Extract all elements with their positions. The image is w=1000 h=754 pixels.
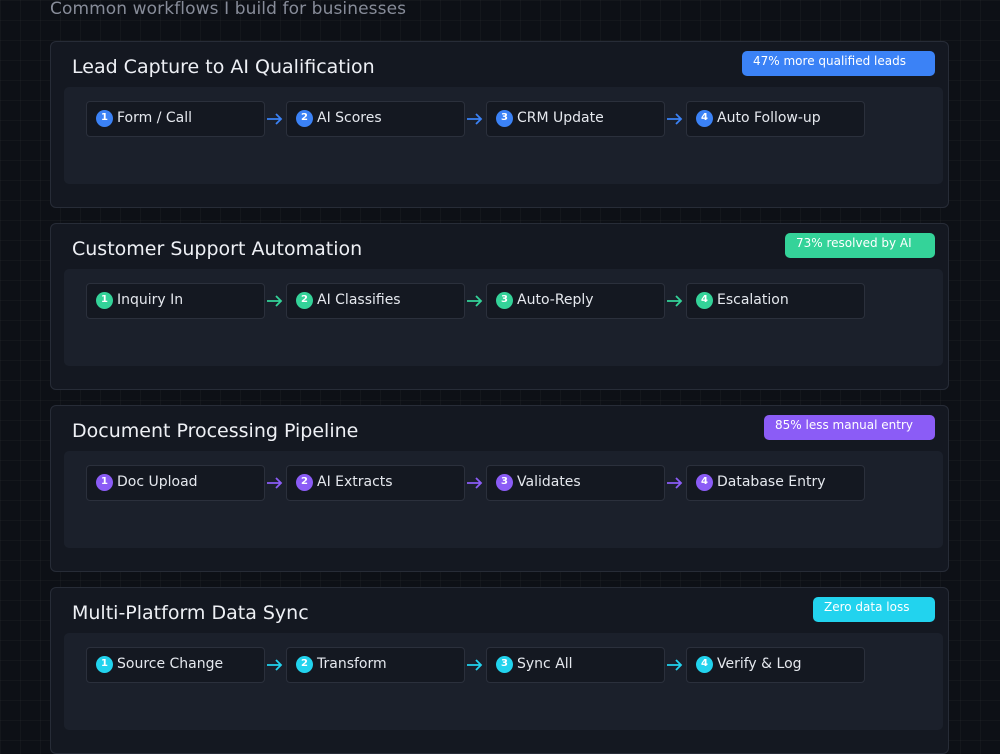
workflow-step: 1 Inquiry In <box>86 283 265 319</box>
step-number-badge: 3 <box>496 292 513 309</box>
step-label: Sync All <box>517 656 573 672</box>
step-label: AI Scores <box>317 110 382 126</box>
step-number-badge: 1 <box>96 292 113 309</box>
workflow-title: Multi-Platform Data Sync <box>72 602 309 624</box>
step-number-badge: 2 <box>296 110 313 127</box>
arrow-right-icon <box>266 291 284 311</box>
step-number-badge: 3 <box>496 656 513 673</box>
workflow-step: 1 Source Change <box>86 647 265 683</box>
arrow-right-icon <box>666 291 684 311</box>
workflow-step: 2 AI Scores <box>286 101 465 137</box>
arrow-right-icon <box>466 473 484 493</box>
result-badge: 47% more qualified leads <box>742 51 935 76</box>
arrow-right-icon <box>466 655 484 675</box>
workflow-step: 2 AI Classifies <box>286 283 465 319</box>
step-number-badge: 3 <box>496 474 513 491</box>
workflow-step: 4 Escalation <box>686 283 865 319</box>
arrow-right-icon <box>266 473 284 493</box>
workflow-steps-panel: 1 Form / Call 2 AI Scores 3 CRM Update 4… <box>64 87 943 184</box>
step-label: CRM Update <box>517 110 604 126</box>
result-badge: 85% less manual entry <box>764 415 935 440</box>
result-badge: 73% resolved by AI <box>785 233 935 258</box>
step-label: Auto Follow-up <box>717 110 821 126</box>
step-label: Inquiry In <box>117 292 184 308</box>
step-number-badge: 1 <box>96 474 113 491</box>
workflow-title: Customer Support Automation <box>72 238 363 260</box>
arrow-right-icon <box>666 473 684 493</box>
step-label: Verify & Log <box>717 656 802 672</box>
workflow-card-customer-support: Customer Support Automation 73% resolved… <box>50 223 949 390</box>
step-label: AI Classifies <box>317 292 401 308</box>
workflow-steps-panel: 1 Inquiry In 2 AI Classifies 3 Auto-Repl… <box>64 269 943 366</box>
step-label: AI Extracts <box>317 474 393 490</box>
page-subtitle: Common workflows I build for businesses <box>50 0 407 19</box>
workflow-steps-panel: 1 Doc Upload 2 AI Extracts 3 Validates 4… <box>64 451 943 548</box>
workflow-card-data-sync: Multi-Platform Data Sync Zero data loss … <box>50 587 949 754</box>
step-number-badge: 4 <box>696 292 713 309</box>
step-number-badge: 1 <box>96 656 113 673</box>
workflow-title: Lead Capture to AI Qualification <box>72 56 375 78</box>
result-badge: Zero data loss <box>813 597 935 622</box>
arrow-right-icon <box>666 109 684 129</box>
workflow-card-document-processing: Document Processing Pipeline 85% less ma… <box>50 405 949 572</box>
step-label: Doc Upload <box>117 474 198 490</box>
step-number-badge: 2 <box>296 656 313 673</box>
workflow-step: 3 CRM Update <box>486 101 665 137</box>
workflow-steps-panel: 1 Source Change 2 Transform 3 Sync All 4… <box>64 633 943 730</box>
workflow-step: 2 AI Extracts <box>286 465 465 501</box>
workflow-step: 4 Verify & Log <box>686 647 865 683</box>
workflow-step: 4 Auto Follow-up <box>686 101 865 137</box>
workflow-step: 3 Sync All <box>486 647 665 683</box>
workflow-step: 4 Database Entry <box>686 465 865 501</box>
arrow-right-icon <box>466 291 484 311</box>
step-number-badge: 2 <box>296 292 313 309</box>
workflow-title: Document Processing Pipeline <box>72 420 359 442</box>
step-label: Form / Call <box>117 110 193 126</box>
workflow-step: 1 Form / Call <box>86 101 265 137</box>
arrow-right-icon <box>266 655 284 675</box>
step-number-badge: 1 <box>96 110 113 127</box>
workflow-card-lead-capture: Lead Capture to AI Qualification 47% mor… <box>50 41 949 208</box>
step-label: Database Entry <box>717 474 826 490</box>
arrow-right-icon <box>466 109 484 129</box>
step-number-badge: 3 <box>496 110 513 127</box>
arrow-right-icon <box>666 655 684 675</box>
step-label: Escalation <box>717 292 789 308</box>
arrow-right-icon <box>266 109 284 129</box>
workflow-step: 2 Transform <box>286 647 465 683</box>
workflow-step: 3 Validates <box>486 465 665 501</box>
workflow-step: 1 Doc Upload <box>86 465 265 501</box>
step-label: Validates <box>517 474 581 490</box>
step-number-badge: 2 <box>296 474 313 491</box>
step-number-badge: 4 <box>696 110 713 127</box>
step-number-badge: 4 <box>696 474 713 491</box>
step-label: Source Change <box>117 656 224 672</box>
step-label: Auto-Reply <box>517 292 594 308</box>
workflow-step: 3 Auto-Reply <box>486 283 665 319</box>
step-number-badge: 4 <box>696 656 713 673</box>
step-label: Transform <box>317 656 387 672</box>
